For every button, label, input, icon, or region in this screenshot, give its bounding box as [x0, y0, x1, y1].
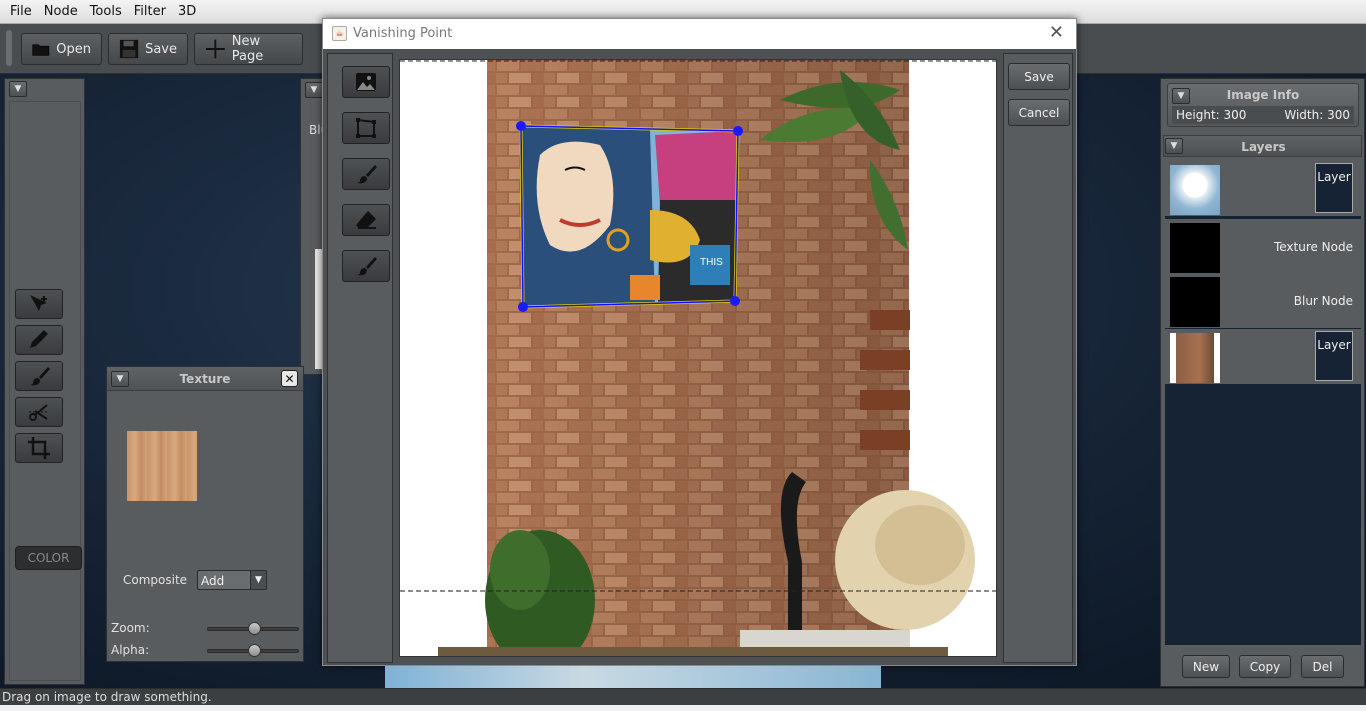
background-image-strip: [385, 666, 881, 688]
layers-list: Layer Texture Node Blur Node Layer: [1165, 161, 1361, 645]
status-bar: Drag on image to draw something.: [0, 688, 1366, 705]
zoom-slider-knob[interactable]: [248, 622, 261, 635]
brush-alt-icon: [357, 257, 377, 276]
scissors-icon: [29, 404, 49, 421]
image-height: Height: 300: [1176, 108, 1247, 122]
left-tool-panel: ▼ COLOR: [4, 78, 85, 685]
image-info-title: Image Info: [1226, 88, 1300, 102]
zoom-label: Zoom:: [111, 621, 150, 635]
layer-label: Layer: [1317, 170, 1351, 184]
canvas-image: THIS: [400, 60, 996, 656]
dialog-save-button[interactable]: Save: [1008, 63, 1070, 90]
image-icon: [356, 73, 376, 91]
vanishing-point-canvas[interactable]: THIS: [399, 59, 997, 657]
open-button[interactable]: Open: [21, 33, 102, 65]
alpha-slider-knob[interactable]: [248, 644, 261, 657]
dialog-tool-panel: [327, 53, 393, 663]
layer-label: Layer: [1317, 338, 1351, 352]
select-move-tool[interactable]: [15, 289, 63, 319]
composite-select[interactable]: Add ▼: [197, 570, 267, 590]
layer-row[interactable]: Layer: [1165, 161, 1361, 216]
save-button[interactable]: Save: [108, 33, 188, 65]
menu-filter[interactable]: Filter: [128, 4, 172, 19]
brush-alt-tool[interactable]: [342, 250, 390, 282]
close-icon[interactable]: ✕: [281, 370, 298, 387]
scissors-tool[interactable]: [15, 397, 63, 427]
brush-tool[interactable]: [342, 158, 390, 190]
chevron-down-icon: ▼: [250, 571, 266, 589]
crop-tool[interactable]: [15, 433, 63, 463]
layer-thumbnail: [1170, 333, 1220, 383]
menu-3d[interactable]: 3D: [172, 4, 202, 19]
plus-icon: [205, 39, 225, 59]
mural-texture: THIS: [521, 126, 738, 307]
dialog-cancel-button[interactable]: Cancel: [1008, 99, 1070, 126]
layer-row[interactable]: Blur Node: [1165, 273, 1361, 328]
color-button[interactable]: COLOR: [15, 546, 82, 570]
collapse-arrow-icon[interactable]: ▼: [305, 82, 323, 98]
layer-thumbnail: [1170, 277, 1220, 327]
brush-icon: [357, 165, 377, 184]
right-panel: ▼ Image Info Height: 300 Width: 300 ▼ La…: [1160, 78, 1365, 687]
texture-swatch[interactable]: [127, 431, 197, 501]
texture-panel-title-bar[interactable]: ▼ Texture ✕: [107, 367, 303, 391]
layer-label: Blur Node: [1293, 294, 1353, 308]
perspective-plane-tool[interactable]: [342, 112, 390, 144]
menu-tools[interactable]: Tools: [84, 4, 128, 19]
brush-tool[interactable]: [15, 361, 63, 391]
menu-file[interactable]: File: [4, 4, 38, 19]
brush-icon: [30, 367, 50, 386]
vanishing-point-dialog: ☕ Vanishing Point ✕ THIS Save Cancel: [322, 18, 1077, 666]
select-move-icon: [30, 295, 47, 311]
texture-panel-title: Texture: [179, 372, 231, 386]
layer-thumbnail: [1170, 223, 1220, 273]
layer-label: Texture Node: [1273, 240, 1353, 254]
image-info-panel: ▼ Image Info Height: 300 Width: 300: [1167, 83, 1359, 127]
crop-icon: [28, 437, 50, 459]
dialog-title-bar[interactable]: ☕ Vanishing Point ✕: [323, 19, 1076, 49]
menu-node[interactable]: Node: [38, 4, 84, 19]
layers-title: Layers: [1241, 140, 1286, 154]
toolbar-grip[interactable]: [6, 30, 12, 66]
zoom-slider[interactable]: [207, 622, 299, 635]
texture-panel: ▼ Texture ✕ Composite Add ▼ Zoom: Alpha:: [106, 366, 304, 662]
dialog-action-panel: Save Cancel: [1003, 53, 1073, 663]
layer-thumbnail: [1170, 165, 1220, 215]
perspective-plane-icon: [356, 118, 376, 138]
alpha-slider[interactable]: [207, 644, 299, 657]
pencil-tool[interactable]: [15, 325, 63, 355]
alpha-label: Alpha:: [111, 643, 150, 657]
composite-label: Composite: [123, 573, 188, 587]
new-page-button[interactable]: New Page: [194, 33, 303, 65]
layers-header: ▼ Layers: [1163, 135, 1362, 157]
close-icon[interactable]: ✕: [1049, 22, 1064, 43]
new-layer-button[interactable]: New: [1182, 655, 1230, 678]
folder-icon: [32, 44, 50, 56]
svg-text:THIS: THIS: [700, 257, 723, 268]
pencil-icon: [30, 330, 48, 348]
collapse-arrow-icon[interactable]: ▼: [9, 81, 27, 97]
layer-row[interactable]: Layer: [1165, 329, 1361, 384]
image-tool[interactable]: [342, 66, 390, 98]
dialog-title: Vanishing Point: [353, 26, 453, 41]
delete-layer-button[interactable]: Del: [1301, 655, 1344, 678]
floppy-disk-icon: [119, 39, 139, 59]
eraser-tool[interactable]: [342, 204, 390, 236]
layer-mask-box: Layer: [1315, 163, 1353, 213]
copy-layer-button[interactable]: Copy: [1239, 655, 1291, 678]
layer-mask-box: Layer: [1315, 331, 1353, 381]
eraser-icon: [356, 211, 376, 229]
image-width: Width: 300: [1284, 108, 1350, 122]
layer-row[interactable]: Texture Node: [1165, 219, 1361, 274]
java-app-icon: ☕: [332, 26, 347, 41]
